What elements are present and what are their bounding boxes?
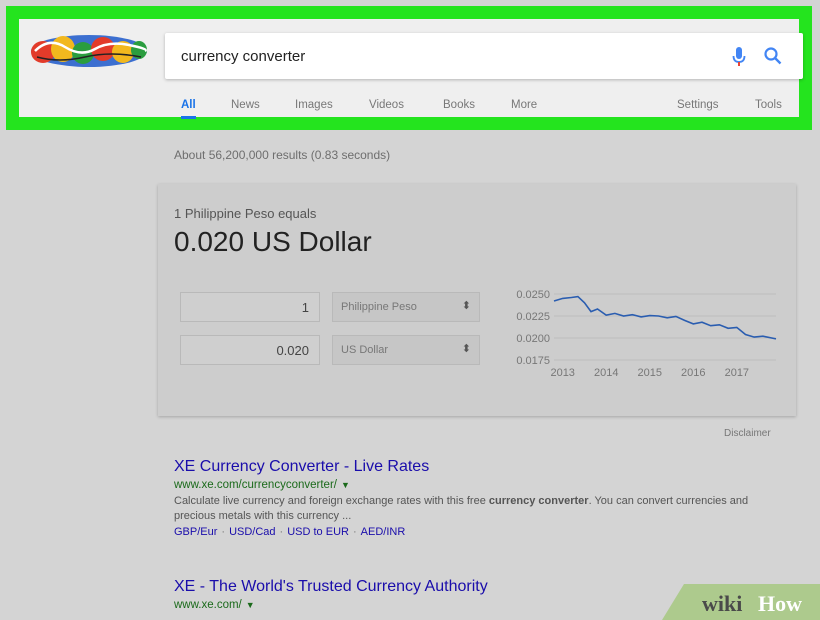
search-box[interactable] [165, 33, 803, 79]
from-amount-input[interactable] [181, 293, 319, 321]
watermark-wiki: wiki [702, 591, 742, 616]
tab-settings[interactable]: Settings [677, 99, 719, 111]
x-tick-label: 2015 [638, 367, 662, 379]
tab-all[interactable]: All [181, 99, 196, 119]
search-icon[interactable] [763, 46, 783, 66]
to-amount-field[interactable] [180, 335, 320, 365]
equals-label: 1 Philippine Peso equals [174, 206, 317, 221]
result-title-link[interactable]: XE - The World's Trusted Currency Author… [174, 578, 488, 596]
tab-tools[interactable]: Tools [755, 99, 782, 111]
search-result: XE Currency Converter - Live Rates www.x… [174, 458, 784, 538]
from-currency-label: Philippine Peso [341, 301, 417, 313]
sitelink[interactable]: AED/INR [361, 526, 406, 538]
separator: · [221, 526, 226, 538]
result-stats: About 56,200,000 results (0.83 seconds) [174, 148, 391, 162]
currency-converter-card: 1 Philippine Peso equals 0.020 US Dollar… [158, 184, 796, 416]
to-currency-select[interactable]: US Dollar ⬍ [332, 335, 480, 365]
result-url: www.xe.com/currencyconverter/ ▼ [174, 479, 784, 491]
sitelink[interactable]: GBP/Eur [174, 526, 217, 538]
result-title-link[interactable]: XE Currency Converter - Live Rates [174, 458, 784, 476]
updown-arrow-icon: ⬍ [461, 343, 471, 355]
conversion-result: 0.020 US Dollar [174, 226, 372, 257]
search-input[interactable] [181, 33, 701, 79]
watermark-how: How [758, 591, 802, 616]
x-tick-label: 2017 [725, 367, 749, 379]
caret-down-icon[interactable]: ▼ [341, 480, 350, 490]
y-tick-label: 0.0200 [516, 333, 550, 345]
caret-down-icon[interactable]: ▼ [246, 600, 255, 610]
result-url-text: www.xe.com/ [174, 599, 242, 611]
y-tick-label: 0.0250 [516, 289, 550, 301]
separator: · [279, 526, 284, 538]
to-amount-input[interactable] [181, 336, 319, 364]
search-tabs: All News Images Videos Books More Settin… [19, 99, 799, 119]
to-currency-label: US Dollar [341, 344, 389, 356]
result-url-text: www.xe.com/currencyconverter/ [174, 479, 337, 491]
snippet-text: Calculate live currency and foreign exch… [174, 495, 489, 507]
from-amount-field[interactable] [180, 292, 320, 322]
chart-series-line [553, 295, 777, 340]
sitelink[interactable]: USD to EUR [287, 526, 349, 538]
y-tick-label: 0.0225 [516, 311, 550, 323]
tab-more[interactable]: More [511, 99, 537, 111]
updown-arrow-icon: ⬍ [461, 300, 471, 312]
mic-icon[interactable] [731, 46, 747, 68]
disclaimer-link[interactable]: Disclaimer [724, 428, 771, 439]
exchange-rate-chart: 0.0250 0.0225 0.0200 0.01752013 2014 2015 2016… [516, 289, 777, 379]
tab-videos[interactable]: Videos [369, 99, 404, 111]
x-tick-label: 2013 [550, 367, 574, 379]
tab-news[interactable]: News [231, 99, 260, 111]
search-result: XE - The World's Trusted Currency Author… [174, 578, 488, 611]
search-header: All News Images Videos Books More Settin… [19, 19, 803, 119]
separator: · [352, 526, 357, 538]
result-url: www.xe.com/ ▼ [174, 599, 488, 611]
snippet-highlight: currency converter [488, 495, 589, 507]
from-currency-select[interactable]: Philippine Peso ⬍ [332, 292, 480, 322]
search-header-highlight: All News Images Videos Books More Settin… [6, 6, 812, 130]
doodle-logo[interactable] [29, 33, 149, 69]
sitelinks: GBP/Eur · USD/Cad · USD to EUR · AED/INR [174, 526, 784, 538]
result-snippet: Calculate live currency and foreign exch… [174, 494, 784, 524]
x-tick-label: 2016 [681, 367, 705, 379]
sitelink[interactable]: USD/Cad [229, 526, 275, 538]
y-tick-label: 0.0175 [516, 355, 550, 367]
wikihow-watermark: wiki How [662, 584, 820, 620]
tab-books[interactable]: Books [443, 99, 475, 111]
tab-images[interactable]: Images [295, 99, 333, 111]
x-tick-label: 2014 [594, 367, 618, 379]
